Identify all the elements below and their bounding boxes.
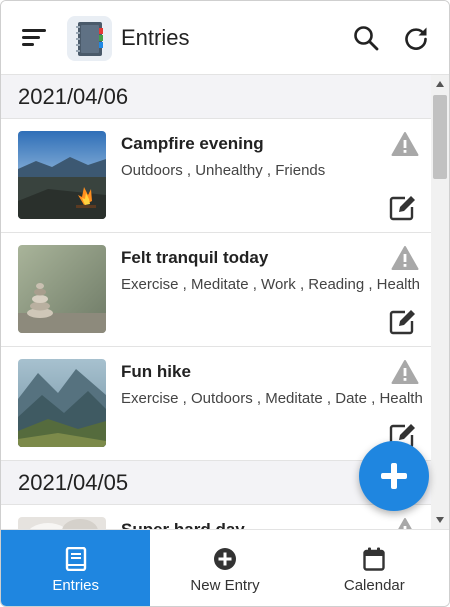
app-bar: Entries: [1, 1, 449, 75]
scrollbar-thumb[interactable]: [433, 95, 447, 179]
scroll-up-arrow-icon[interactable]: [431, 75, 449, 93]
nav-item-entries[interactable]: Entries: [1, 530, 151, 606]
book-icon: [65, 546, 87, 572]
warning-icon: [391, 517, 419, 529]
edit-icon[interactable]: [389, 309, 417, 335]
calendar-icon: [363, 546, 386, 572]
entry-title: Fun hike: [121, 362, 191, 381]
plus-icon: [381, 463, 407, 489]
mountain-valley-photo: [18, 359, 106, 447]
warning-icon: [391, 359, 419, 385]
nav-label-new-entry: New Entry: [190, 577, 260, 594]
entry-tags: Exercise , Outdoors , Meditate , Date , …: [121, 390, 423, 407]
hamburger-menu-icon[interactable]: [19, 25, 49, 51]
notebook-icon: [67, 16, 112, 61]
search-icon[interactable]: [351, 23, 381, 53]
scroll-down-arrow-icon[interactable]: [431, 511, 449, 529]
white-flower-photo: [18, 517, 106, 529]
edit-icon[interactable]: [389, 195, 417, 221]
bottom-navigation: Entries New Entry Calendar: [1, 529, 449, 606]
entry-item[interactable]: Fun hike Exercise , Outdoors , Meditate …: [1, 347, 431, 461]
entry-item[interactable]: Super hard day: [1, 505, 431, 529]
nav-item-calendar[interactable]: Calendar: [300, 530, 449, 606]
warning-icon: [391, 131, 419, 157]
nav-label-calendar: Calendar: [343, 577, 405, 594]
stacked-stones-photo: [18, 245, 106, 333]
plus-circle-icon: [213, 546, 237, 572]
entry-title: Felt tranquil today: [121, 248, 269, 267]
page-title: Entries: [121, 25, 190, 50]
nav-label-entries: Entries: [52, 577, 99, 594]
entry-tags: Outdoors , Unhealthy , Friends: [121, 162, 326, 179]
date-group-header: 2021/04/06: [1, 75, 431, 119]
campfire-photo: [18, 131, 106, 219]
entry-item[interactable]: Felt tranquil today Exercise , Meditate …: [1, 233, 431, 347]
app-window: Entries 2021/04/06 Campfire evening Outd…: [0, 0, 450, 607]
entry-tags: Exercise , Meditate , Work , Reading , H…: [121, 276, 421, 293]
entry-title: Super hard day: [121, 520, 245, 529]
nav-item-new-entry[interactable]: New Entry: [150, 530, 299, 606]
entry-item[interactable]: Campfire evening Outdoors , Unhealthy , …: [1, 119, 431, 233]
vertical-scrollbar[interactable]: [431, 75, 449, 529]
refresh-icon[interactable]: [401, 23, 431, 53]
add-entry-fab[interactable]: [359, 441, 429, 511]
entry-title: Campfire evening: [121, 134, 264, 153]
warning-icon: [391, 245, 419, 271]
